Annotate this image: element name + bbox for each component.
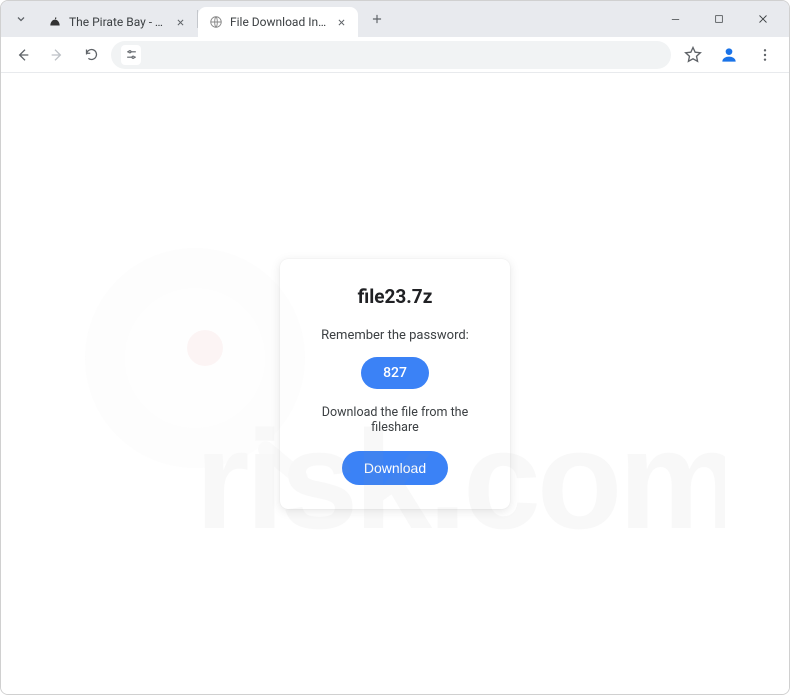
- download-instruction: Download the file from the fileshare: [298, 405, 492, 435]
- download-card: file23.7z Remember the password: 827 Dow…: [280, 259, 510, 509]
- profile-button[interactable]: [713, 39, 745, 71]
- reload-button[interactable]: [77, 41, 105, 69]
- toolbar-right: [677, 39, 781, 71]
- maximize-button[interactable]: [697, 1, 741, 37]
- close-window-button[interactable]: [741, 1, 785, 37]
- tab-close-button[interactable]: [334, 15, 348, 29]
- tab-favicon-pirate-icon: [47, 14, 63, 30]
- back-button[interactable]: [9, 41, 37, 69]
- window-controls: [653, 1, 785, 37]
- close-icon: [337, 18, 346, 27]
- filename: file23.7z: [298, 285, 492, 308]
- minimize-button[interactable]: [653, 1, 697, 37]
- tab-pirate-bay[interactable]: The Pirate Bay - The galaxy's m…: [37, 7, 197, 37]
- browser-window: The Pirate Bay - The galaxy's m… File Do…: [0, 0, 790, 695]
- reload-icon: [84, 47, 99, 62]
- navbar: [1, 37, 789, 73]
- back-arrow-icon: [15, 47, 31, 63]
- remember-password-label: Remember the password:: [298, 328, 492, 343]
- tabs-dropdown-button[interactable]: [9, 7, 33, 31]
- site-info-button[interactable]: [121, 45, 141, 65]
- page-viewport: risk.com file23.7z Remember the password…: [1, 73, 789, 694]
- forward-button[interactable]: [43, 41, 71, 69]
- bookmark-button[interactable]: [677, 39, 709, 71]
- addressbar[interactable]: [111, 41, 671, 69]
- chevron-down-icon: [15, 13, 27, 25]
- tab-file-download[interactable]: File Download Instructions for f…: [198, 7, 358, 37]
- new-tab-button[interactable]: [364, 6, 390, 32]
- maximize-icon: [714, 14, 724, 24]
- tab-title: File Download Instructions for f…: [230, 15, 328, 29]
- download-button[interactable]: Download: [342, 451, 448, 485]
- profile-icon: [719, 45, 739, 65]
- tune-icon: [125, 48, 138, 61]
- minimize-icon: [670, 14, 681, 25]
- forward-arrow-icon: [49, 47, 65, 63]
- close-icon: [757, 13, 769, 25]
- titlebar: The Pirate Bay - The galaxy's m… File Do…: [1, 1, 789, 37]
- plus-icon: [370, 12, 384, 26]
- kebab-menu-icon: [757, 47, 773, 63]
- menu-button[interactable]: [749, 39, 781, 71]
- tab-favicon-globe-icon: [208, 14, 224, 30]
- tab-title: The Pirate Bay - The galaxy's m…: [69, 15, 167, 29]
- tab-close-button[interactable]: [173, 15, 187, 29]
- close-icon: [176, 18, 185, 27]
- password-pill: 827: [361, 357, 429, 389]
- star-icon: [684, 46, 702, 64]
